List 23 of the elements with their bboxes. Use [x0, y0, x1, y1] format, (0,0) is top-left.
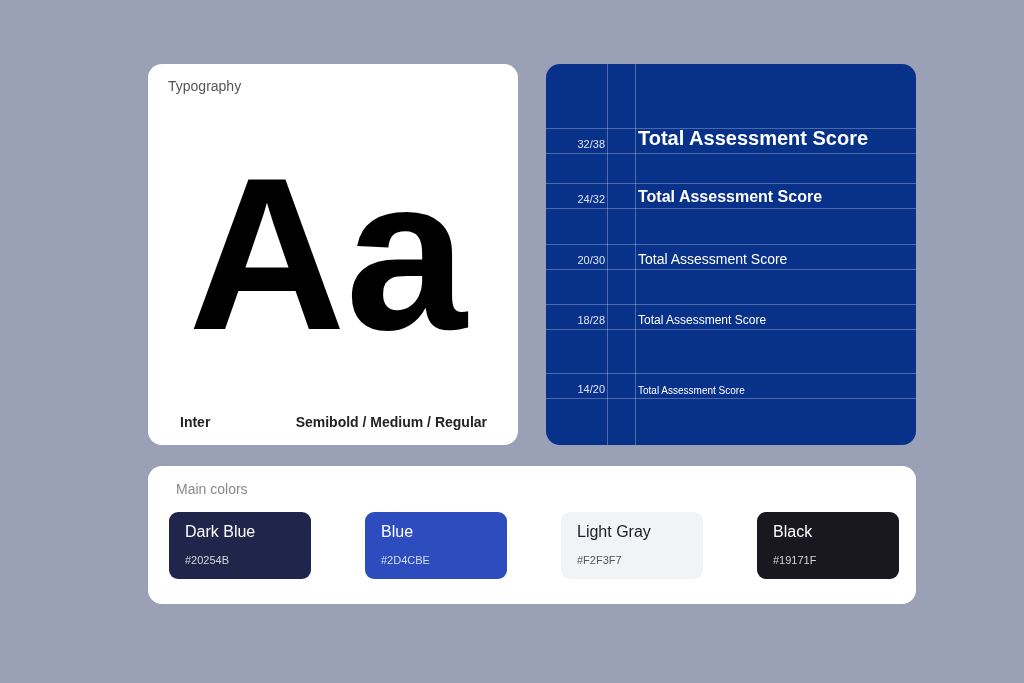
type-specimen: Aa [187, 134, 469, 374]
size-label: 18/28 [576, 314, 605, 328]
font-name: Inter [180, 414, 211, 430]
size-label: 32/38 [576, 138, 605, 152]
hex-code: #2D4CBE [381, 554, 430, 568]
color-name: Dark Blue [185, 523, 256, 541]
hex-code: #F2F3F7 [577, 554, 622, 568]
font-weights: Semibold / Medium / Regular [295, 414, 487, 430]
size-label: 14/20 [576, 383, 605, 397]
color-name: Light Gray [577, 523, 651, 541]
size-label: 24/32 [576, 193, 605, 207]
sample-text: Total Assessment Score [638, 128, 869, 151]
hex-code: #19171F [773, 554, 817, 568]
color-name: Black [773, 523, 813, 541]
size-label: 20/30 [576, 254, 605, 268]
sample-text: Total Assessment Score [638, 252, 788, 269]
card-title: Main colors [175, 481, 248, 497]
sample-text: Total Assessment Score [638, 314, 767, 329]
sample-text: Total Assessment Score [638, 189, 823, 208]
sample-text: Total Assessment Score [638, 385, 745, 398]
card-title: Typography [168, 78, 242, 94]
color-name: Blue [381, 523, 414, 541]
hex-code: #20254B [185, 554, 230, 568]
